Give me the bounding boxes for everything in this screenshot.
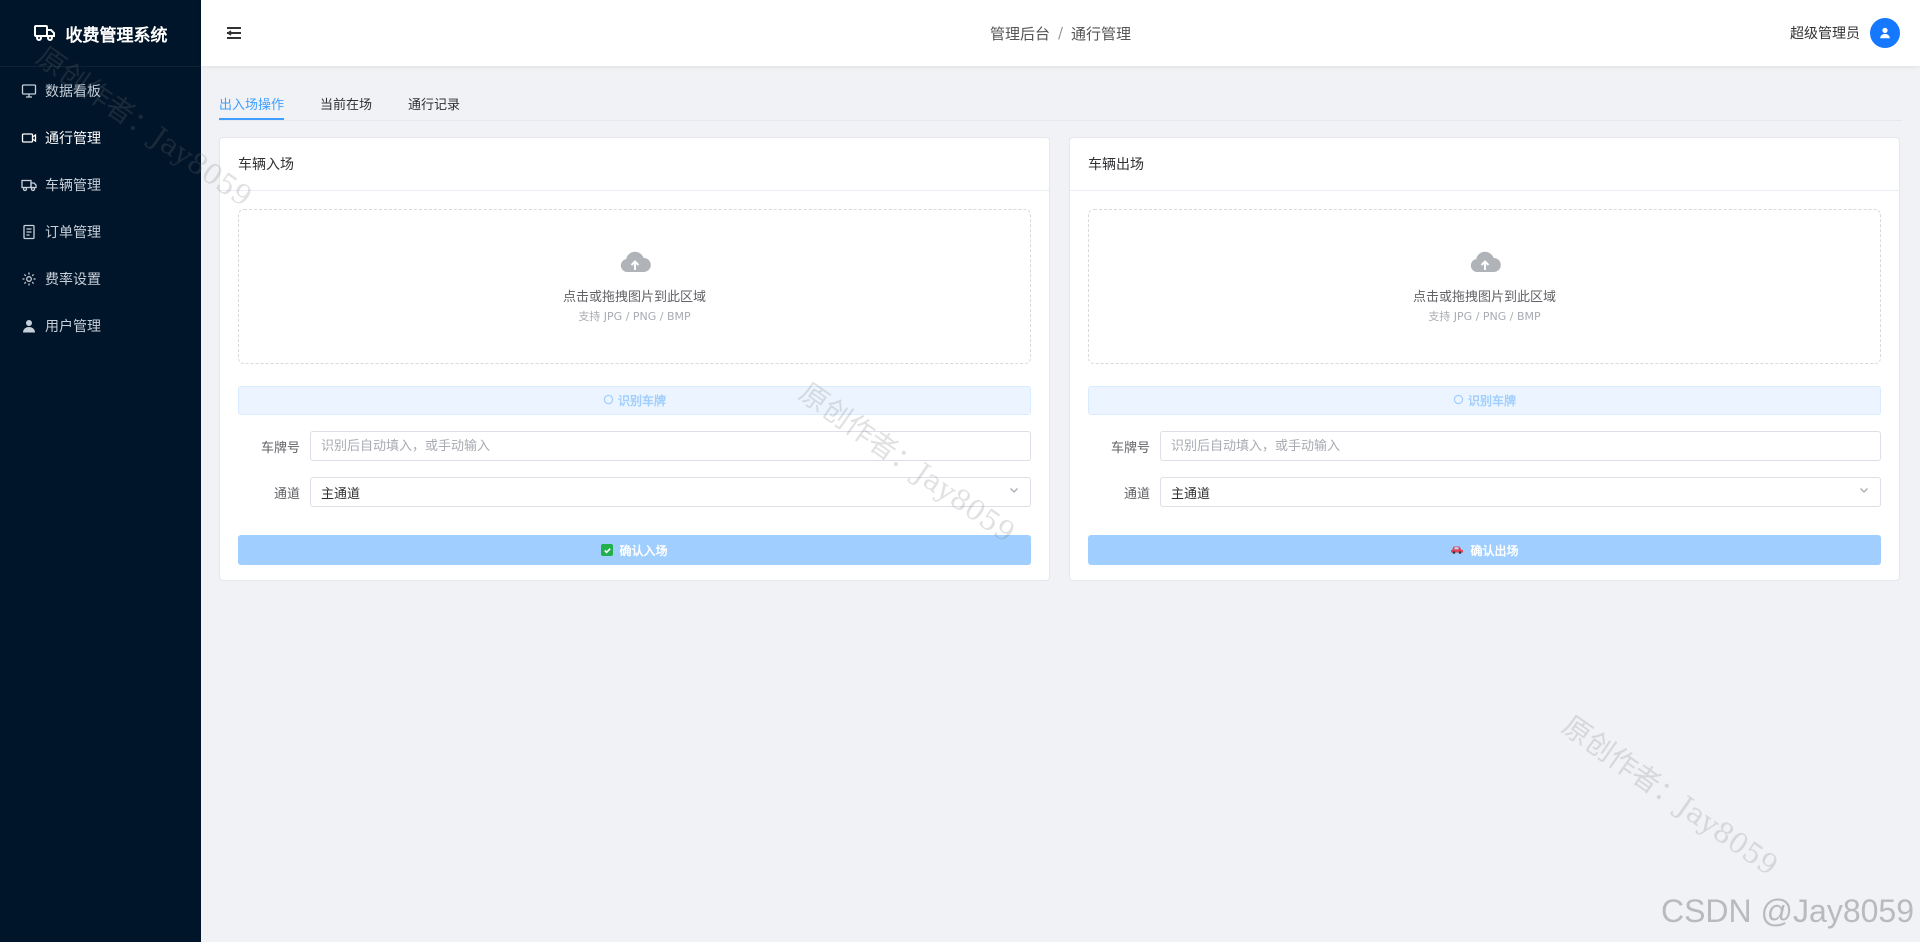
loading-circle-icon [603,394,614,408]
sidebar-item-label: 用户管理 [45,318,101,335]
breadcrumb-separator: / [1057,24,1064,42]
channel-value: 主通道 [321,486,361,502]
entry-card: 车辆入场 点击或拖拽图片到此区域 支持 JPG / PNG / BMP 识别车牌 [219,137,1050,581]
main-content: 出入场操作 当前在场 通行记录 车辆入场 点击或拖拽图片到此区域 支持 JPG … [219,82,1902,581]
user-name: 超级管理员 [1790,26,1860,42]
plate-label: 车牌号 [260,440,300,456]
cards: 车辆入场 点击或拖拽图片到此区域 支持 JPG / PNG / BMP 识别车牌 [219,137,1902,581]
top-header: 管理后台 / 通行管理 超级管理员 [201,0,1920,66]
card-title: 车辆出场 [1070,138,1899,191]
sidebar-item-dashboard[interactable]: 数据看板 [0,67,201,114]
recognize-label: 识别车牌 [617,394,666,408]
cloud-upload-icon [619,250,651,280]
breadcrumb-item-home[interactable]: 管理后台 [990,23,1050,44]
upload-dropzone[interactable]: 点击或拖拽图片到此区域 支持 JPG / PNG / BMP [1088,209,1881,364]
chevron-down-icon [1858,484,1870,500]
sidebar-item-label: 通行管理 [45,130,101,147]
sidebar-item-label: 数据看板 [45,83,101,100]
monitor-icon [21,83,37,99]
sidebar-item-vehicles[interactable]: 车辆管理 [0,161,201,208]
plate-input[interactable] [1160,431,1881,461]
plate-row: 车牌号 [238,431,1031,461]
upload-text: 点击或拖拽图片到此区域 [562,289,706,305]
menu-toggle-icon[interactable] [225,24,243,42]
confirm-entry-label: 确认入场 [619,543,668,558]
tab-entry-exit[interactable]: 出入场操作 [219,94,285,120]
sidebar-item-orders[interactable]: 订单管理 [0,208,201,255]
user-menu[interactable]: 超级管理员 [1790,17,1900,49]
channel-label: 通道 [273,486,300,502]
confirm-exit-label: 确认出场 [1470,543,1519,558]
channel-label: 通道 [1123,486,1150,502]
channel-select[interactable]: 主通道 [310,477,1031,507]
chevron-down-icon [1008,484,1020,500]
video-camera-icon [21,130,37,146]
channel-value: 主通道 [1171,486,1211,502]
sidebar-menu: 数据看板 通行管理 车辆管理 订单管理 费率设置 用户管理 [0,67,201,349]
truck-logo-icon [33,24,56,42]
brand: 收费管理系统 [0,0,201,67]
confirm-entry-button[interactable]: 确认入场 [238,535,1031,565]
channel-row: 通道 主通道 [238,477,1031,507]
watermark-text: 原创作者：Jay8059 [1556,709,1785,883]
plate-label: 车牌号 [1110,440,1150,456]
recognize-plate-button[interactable]: 识别车牌 [238,386,1031,415]
breadcrumb-item-current: 通行管理 [1071,24,1132,43]
csdn-watermark: CSDN @Jay8059 [1660,893,1914,929]
app-title: 收费管理系统 [65,25,168,46]
card-title: 车辆入场 [220,138,1049,191]
exit-card: 车辆出场 点击或拖拽图片到此区域 支持 JPG / PNG / BMP 识别车牌 [1069,137,1900,581]
sidebar-item-label: 订单管理 [45,224,101,241]
truck-icon [21,177,37,193]
upload-hint: 支持 JPG / PNG / BMP [578,309,691,323]
channel-row: 通道 主通道 [1088,477,1881,507]
loading-circle-icon [1453,394,1464,408]
card-body: 点击或拖拽图片到此区域 支持 JPG / PNG / BMP 识别车牌 车牌号 … [1070,191,1899,583]
car-icon [1450,543,1464,557]
avatar[interactable] [1870,18,1900,48]
tab-records[interactable]: 通行记录 [408,94,460,120]
gear-icon [21,271,37,287]
tab-current[interactable]: 当前在场 [320,94,372,120]
cloud-upload-icon [1469,250,1501,280]
document-icon [21,224,37,240]
channel-select[interactable]: 主通道 [1160,477,1881,507]
user-icon [21,318,37,334]
sidebar-item-rates[interactable]: 费率设置 [0,255,201,302]
sidebar-item-users[interactable]: 用户管理 [0,302,201,349]
sidebar: 收费管理系统 数据看板 通行管理 车辆管理 订单管理 费率设置 用户管理 [0,0,201,942]
card-body: 点击或拖拽图片到此区域 支持 JPG / PNG / BMP 识别车牌 车牌号 … [220,191,1049,583]
upload-dropzone[interactable]: 点击或拖拽图片到此区域 支持 JPG / PNG / BMP [238,209,1031,364]
plate-input[interactable] [310,431,1031,461]
recognize-label: 识别车牌 [1467,394,1516,408]
sidebar-item-label: 费率设置 [45,271,101,288]
breadcrumb: 管理后台 / 通行管理 [201,0,1920,66]
plate-row: 车牌号 [1088,431,1881,461]
sidebar-item-label: 车辆管理 [45,177,101,194]
confirm-exit-button[interactable]: 确认出场 [1088,535,1881,565]
upload-hint: 支持 JPG / PNG / BMP [1428,309,1541,323]
check-mark-icon [601,544,614,556]
tabs: 出入场操作 当前在场 通行记录 [219,82,1902,121]
sidebar-item-traffic[interactable]: 通行管理 [0,114,201,161]
recognize-plate-button[interactable]: 识别车牌 [1088,386,1881,415]
upload-text: 点击或拖拽图片到此区域 [1412,289,1556,305]
